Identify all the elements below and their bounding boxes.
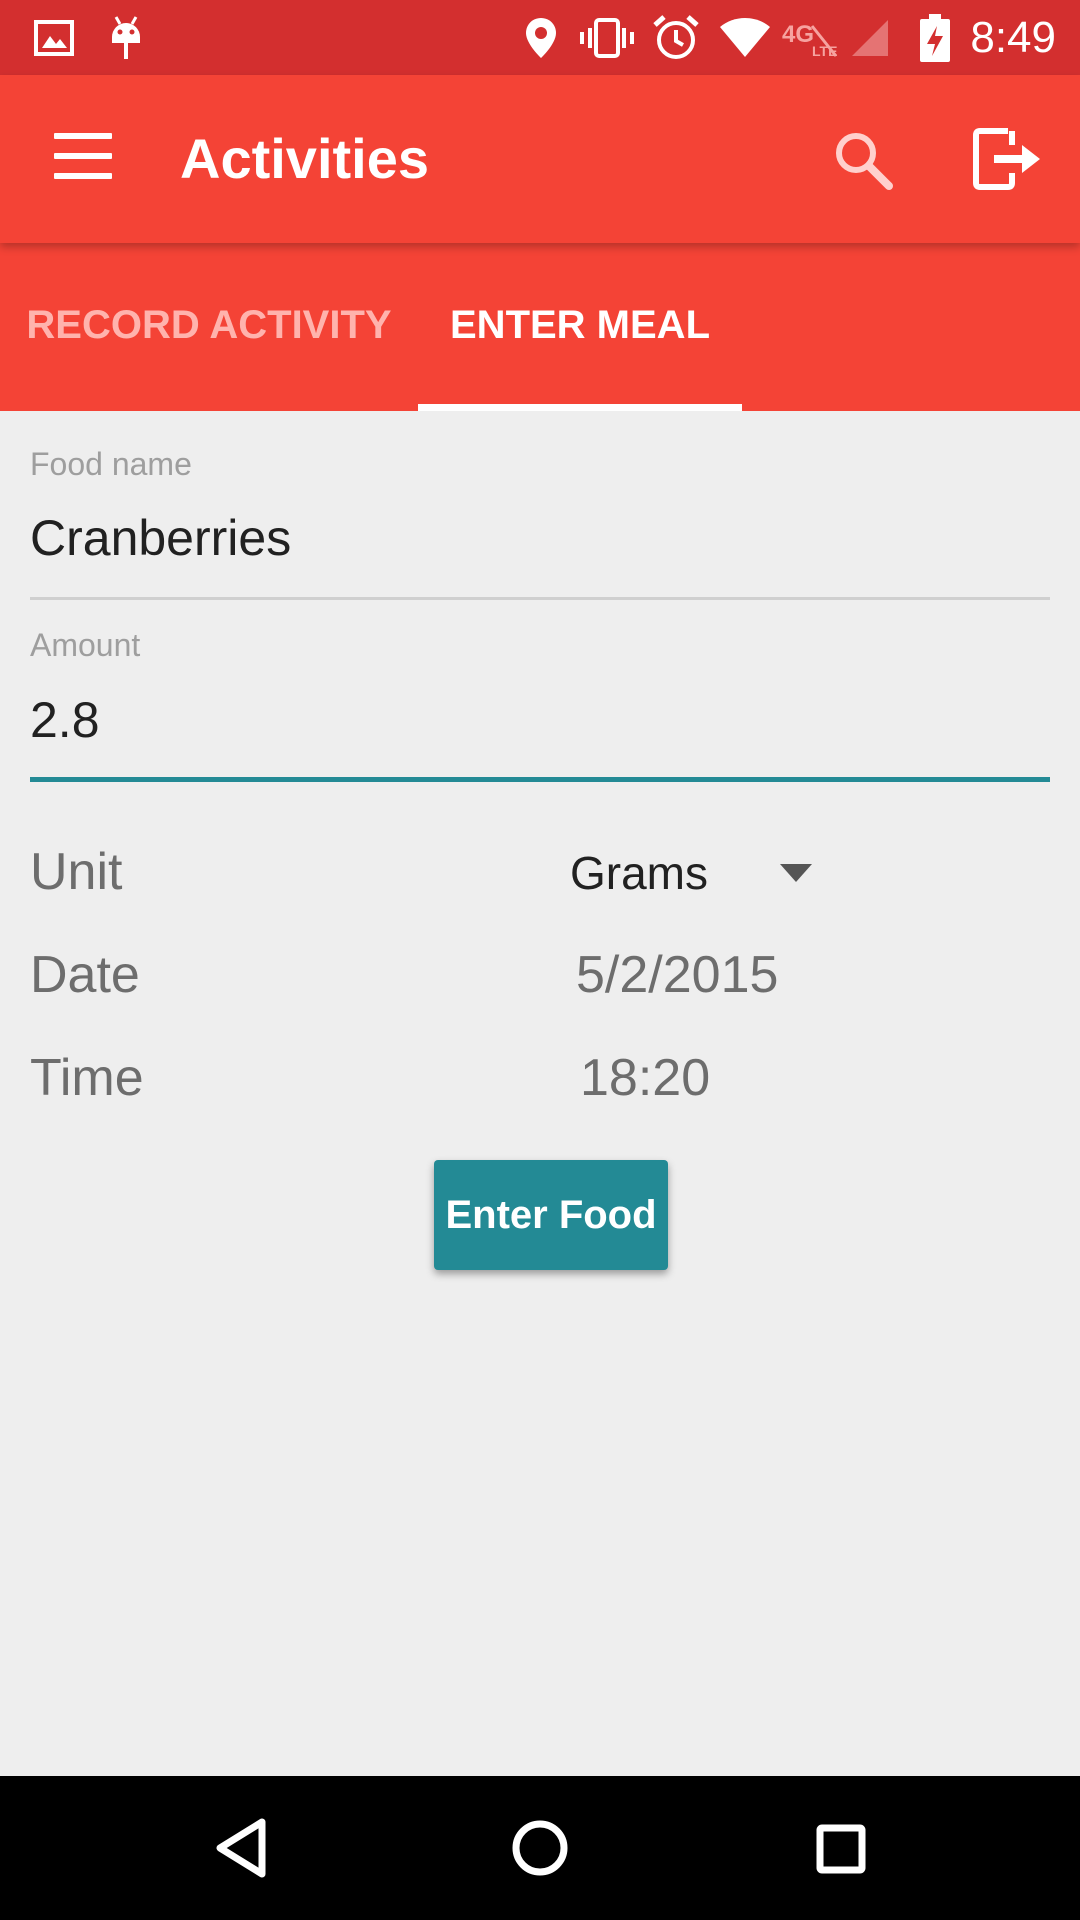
unit-value: Grams — [570, 847, 708, 899]
home-icon[interactable] — [490, 1798, 590, 1898]
signal-icon — [850, 0, 890, 75]
4g-lte-icon: 4G LTE — [782, 0, 838, 75]
alarm-icon — [652, 0, 700, 75]
search-icon[interactable] — [832, 129, 894, 191]
tab-enter-meal[interactable]: ENTER MEAL — [418, 243, 742, 411]
page-title: Activities — [180, 127, 429, 190]
tab-record-activity[interactable]: RECORD ACTIVITY — [0, 243, 418, 411]
tab-bar: RECORD ACTIVITY ENTER MEAL — [0, 243, 1080, 411]
unit-label: Unit — [30, 843, 123, 901]
location-icon — [524, 0, 558, 75]
menu-icon[interactable] — [54, 131, 112, 181]
vibrate-icon — [578, 0, 636, 75]
battery-charging-icon — [920, 0, 950, 75]
back-icon[interactable] — [190, 1798, 290, 1898]
recents-icon[interactable] — [790, 1798, 890, 1898]
time-label: Time — [30, 1049, 144, 1107]
status-time: 8:49 — [970, 13, 1056, 62]
unit-dropdown[interactable]: Grams — [556, 840, 826, 906]
amount-underline — [30, 777, 1050, 782]
tab-indicator — [418, 404, 742, 411]
app-bar: Activities — [0, 75, 1080, 243]
status-bar: 4G LTE 8:49 — [0, 0, 1080, 75]
logout-icon[interactable] — [972, 127, 1042, 191]
dropdown-arrow-icon — [780, 864, 812, 882]
food-name-label: Food name — [30, 446, 192, 482]
enter-food-button[interactable]: Enter Food — [434, 1160, 668, 1270]
svg-text:4G: 4G — [782, 21, 814, 48]
amount-input[interactable] — [30, 684, 1050, 756]
wifi-icon — [718, 0, 772, 75]
food-name-underline — [30, 597, 1050, 600]
android-icon — [108, 0, 144, 75]
amount-label: Amount — [30, 627, 141, 663]
date-value[interactable]: 5/2/2015 — [576, 945, 778, 1005]
food-name-input[interactable] — [30, 502, 1050, 574]
date-label: Date — [30, 946, 140, 1004]
navigation-bar — [0, 1776, 1080, 1920]
image-icon — [34, 0, 74, 75]
time-value[interactable]: 18:20 — [580, 1048, 710, 1108]
